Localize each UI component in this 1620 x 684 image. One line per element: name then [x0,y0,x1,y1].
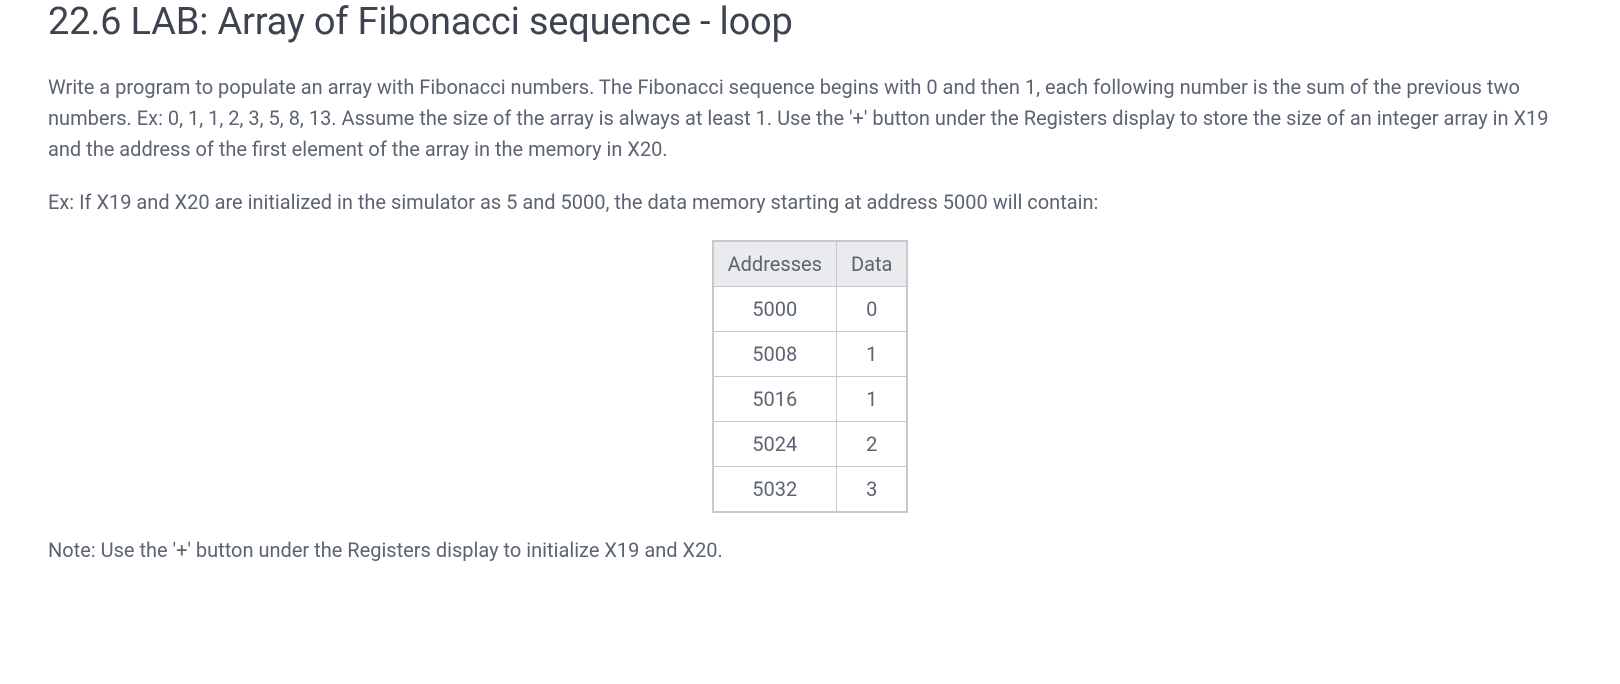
table-header-row: Addresses Data [713,241,908,287]
cell-address: 5016 [713,377,837,422]
table-row: 5008 1 [713,332,908,377]
cell-data: 0 [836,287,907,332]
note-paragraph: Note: Use the '+' button under the Regis… [48,535,1572,566]
table-row: 5024 2 [713,422,908,467]
cell-data: 1 [836,377,907,422]
page-title: 22.6 LAB: Array of Fibonacci sequence - … [48,0,1572,44]
cell-data: 2 [836,422,907,467]
header-data: Data [836,241,907,287]
table-row: 5016 1 [713,377,908,422]
intro-paragraph: Write a program to populate an array wit… [48,72,1572,165]
lab-content: 22.6 LAB: Array of Fibonacci sequence - … [48,0,1572,566]
table-row: 5000 0 [713,287,908,332]
memory-table: Addresses Data 5000 0 5008 1 5016 1 [712,240,909,513]
cell-address: 5024 [713,422,837,467]
table-row: 5032 3 [713,467,908,513]
cell-address: 5032 [713,467,837,513]
cell-data: 3 [836,467,907,513]
memory-table-wrapper: Addresses Data 5000 0 5008 1 5016 1 [48,240,1572,513]
cell-address: 5000 [713,287,837,332]
example-paragraph: Ex: If X19 and X20 are initialized in th… [48,187,1572,218]
cell-data: 1 [836,332,907,377]
header-addresses: Addresses [713,241,837,287]
cell-address: 5008 [713,332,837,377]
